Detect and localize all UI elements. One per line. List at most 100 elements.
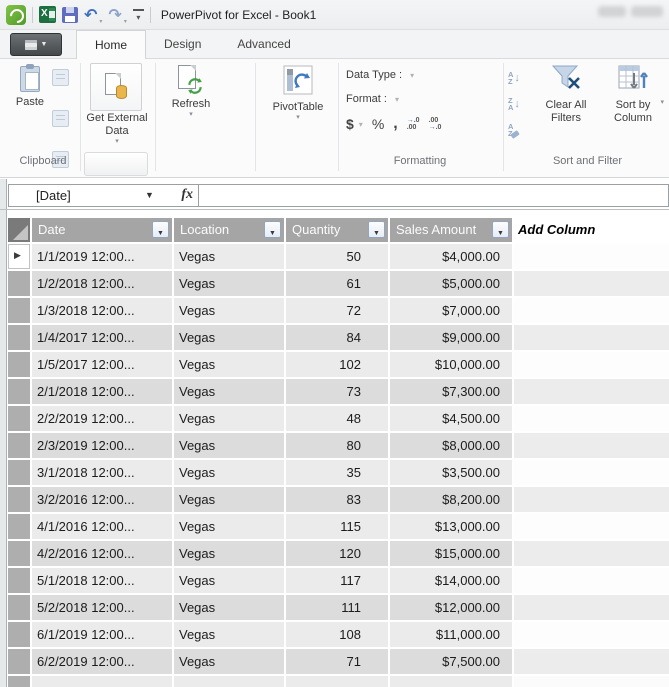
row-selector[interactable] <box>8 352 30 377</box>
cell-add-column[interactable] <box>514 649 669 674</box>
column-header-date[interactable]: Date <box>32 218 172 242</box>
cell-date[interactable]: 6/1/2019 12:00... <box>32 622 172 647</box>
select-all-corner[interactable] <box>8 218 30 242</box>
cell-quantity[interactable] <box>286 676 388 687</box>
undo-dropdown-icon[interactable] <box>99 18 102 25</box>
cell-sales-amount[interactable]: $12,000.00 <box>390 595 512 620</box>
data-type-control[interactable]: Data Type : <box>346 69 414 81</box>
cell-location[interactable]: Vegas <box>174 379 284 404</box>
undo-icon[interactable] <box>84 5 97 25</box>
cell-sales-amount[interactable]: $4,000.00 <box>390 244 512 269</box>
sort-a-z-icon[interactable]: AZ <box>508 67 530 89</box>
cell-location[interactable]: Vegas <box>174 433 284 458</box>
cell-sales-amount[interactable]: $5,000.00 <box>390 271 512 296</box>
cell-location[interactable]: Vegas <box>174 406 284 431</box>
customize-quick-access-icon[interactable] <box>132 9 144 20</box>
paste-replace-icon[interactable] <box>52 110 69 127</box>
sort-z-a-icon[interactable]: ZA <box>508 93 530 115</box>
cell-add-column[interactable] <box>514 514 669 539</box>
clear-all-filters-button[interactable]: Clear All Filters <box>534 61 598 125</box>
cell-quantity[interactable]: 102 <box>286 352 388 377</box>
cell-location[interactable]: Vegas <box>174 298 284 323</box>
cell-sales-amount[interactable]: $8,200.00 <box>390 487 512 512</box>
fx-button[interactable]: fx <box>181 187 193 203</box>
add-column-header[interactable]: Add Column <box>514 218 669 242</box>
format-control[interactable]: Format : <box>346 93 399 105</box>
cell-date[interactable]: 1/2/2018 12:00... <box>32 271 172 296</box>
cell-quantity[interactable]: 120 <box>286 541 388 566</box>
cell-location[interactable] <box>174 676 284 687</box>
cell-add-column[interactable] <box>514 433 669 458</box>
row-selector[interactable] <box>8 433 30 458</box>
column-header-quantity[interactable]: Quantity <box>286 218 388 242</box>
cell-date[interactable]: 3/1/2018 12:00... <box>32 460 172 485</box>
cell-date[interactable]: 1/3/2018 12:00... <box>32 298 172 323</box>
row-selector[interactable] <box>8 568 30 593</box>
cell-location[interactable]: Vegas <box>174 568 284 593</box>
get-external-data-label-area[interactable]: Get External Data <box>84 109 150 146</box>
tab-home[interactable]: Home <box>76 30 147 59</box>
cell-quantity[interactable]: 35 <box>286 460 388 485</box>
cell-sales-amount[interactable]: $3,500.00 <box>390 460 512 485</box>
formula-input[interactable] <box>199 185 668 206</box>
thousands-separator-button[interactable]: , <box>393 115 397 133</box>
cell-date[interactable] <box>32 676 172 687</box>
cell-sales-amount[interactable]: $7,500.00 <box>390 649 512 674</box>
chevron-down-icon[interactable] <box>410 71 414 80</box>
cell-quantity[interactable]: 84 <box>286 325 388 350</box>
cell-location[interactable]: Vegas <box>174 244 284 269</box>
cell-quantity[interactable]: 50 <box>286 244 388 269</box>
row-selector[interactable] <box>8 406 30 431</box>
cell-date[interactable]: 5/1/2018 12:00... <box>32 568 172 593</box>
cell-add-column[interactable] <box>514 568 669 593</box>
row-selector[interactable] <box>8 379 30 404</box>
cell-sales-amount[interactable]: $15,000.00 <box>390 541 512 566</box>
cell-location[interactable]: Vegas <box>174 514 284 539</box>
row-selector[interactable] <box>8 271 30 296</box>
cell-date[interactable]: 1/1/2019 12:00... <box>32 244 172 269</box>
get-external-data-button[interactable] <box>90 63 142 111</box>
row-selector[interactable] <box>8 460 30 485</box>
cell-quantity[interactable]: 83 <box>286 487 388 512</box>
cell-quantity[interactable]: 115 <box>286 514 388 539</box>
cell-sales-amount[interactable]: $7,000.00 <box>390 298 512 323</box>
cell-date[interactable]: 6/2/2019 12:00... <box>32 649 172 674</box>
cell-date[interactable]: 2/2/2019 12:00... <box>32 406 172 431</box>
cell-date[interactable]: 2/3/2019 12:00... <box>32 433 172 458</box>
cell-sales-amount[interactable]: $7,300.00 <box>390 379 512 404</box>
tab-design[interactable]: Design <box>146 30 219 58</box>
cell-location[interactable]: Vegas <box>174 595 284 620</box>
cell-quantity[interactable]: 61 <box>286 271 388 296</box>
cell-location[interactable]: Vegas <box>174 325 284 350</box>
cell-location[interactable]: Vegas <box>174 649 284 674</box>
row-selector[interactable] <box>8 595 30 620</box>
cell-sales-amount[interactable]: $11,000.00 <box>390 622 512 647</box>
cell-add-column[interactable] <box>514 595 669 620</box>
cell-sales-amount[interactable]: $9,000.00 <box>390 325 512 350</box>
currency-format-button[interactable]: $ <box>346 116 354 132</box>
cell-date[interactable]: 5/2/2018 12:00... <box>32 595 172 620</box>
cell-quantity[interactable]: 80 <box>286 433 388 458</box>
cell-quantity[interactable]: 73 <box>286 379 388 404</box>
row-selector[interactable] <box>8 676 30 687</box>
cell-quantity[interactable]: 71 <box>286 649 388 674</box>
cell-date[interactable]: 1/4/2017 12:00... <box>32 325 172 350</box>
name-box-dropdown-icon[interactable] <box>145 190 154 200</box>
refresh-button[interactable]: Refresh <box>160 61 222 119</box>
sort-by-column-button[interactable]: Sort by Column <box>600 61 666 125</box>
cell-add-column[interactable] <box>514 541 669 566</box>
chevron-down-icon[interactable] <box>395 95 399 104</box>
percent-format-button[interactable]: % <box>372 116 384 132</box>
cell-sales-amount[interactable] <box>390 676 512 687</box>
cell-add-column[interactable] <box>514 379 669 404</box>
cell-location[interactable]: Vegas <box>174 271 284 296</box>
cell-add-column[interactable] <box>514 676 669 687</box>
cell-location[interactable]: Vegas <box>174 541 284 566</box>
cell-add-column[interactable] <box>514 352 669 377</box>
cell-date[interactable]: 1/5/2017 12:00... <box>32 352 172 377</box>
name-box[interactable]: [Date] fx <box>9 185 199 206</box>
pivottable-button[interactable]: PivotTable <box>262 61 334 122</box>
cell-add-column[interactable] <box>514 298 669 323</box>
filter-dropdown-icon[interactable] <box>264 221 281 238</box>
row-selector[interactable] <box>8 487 30 512</box>
